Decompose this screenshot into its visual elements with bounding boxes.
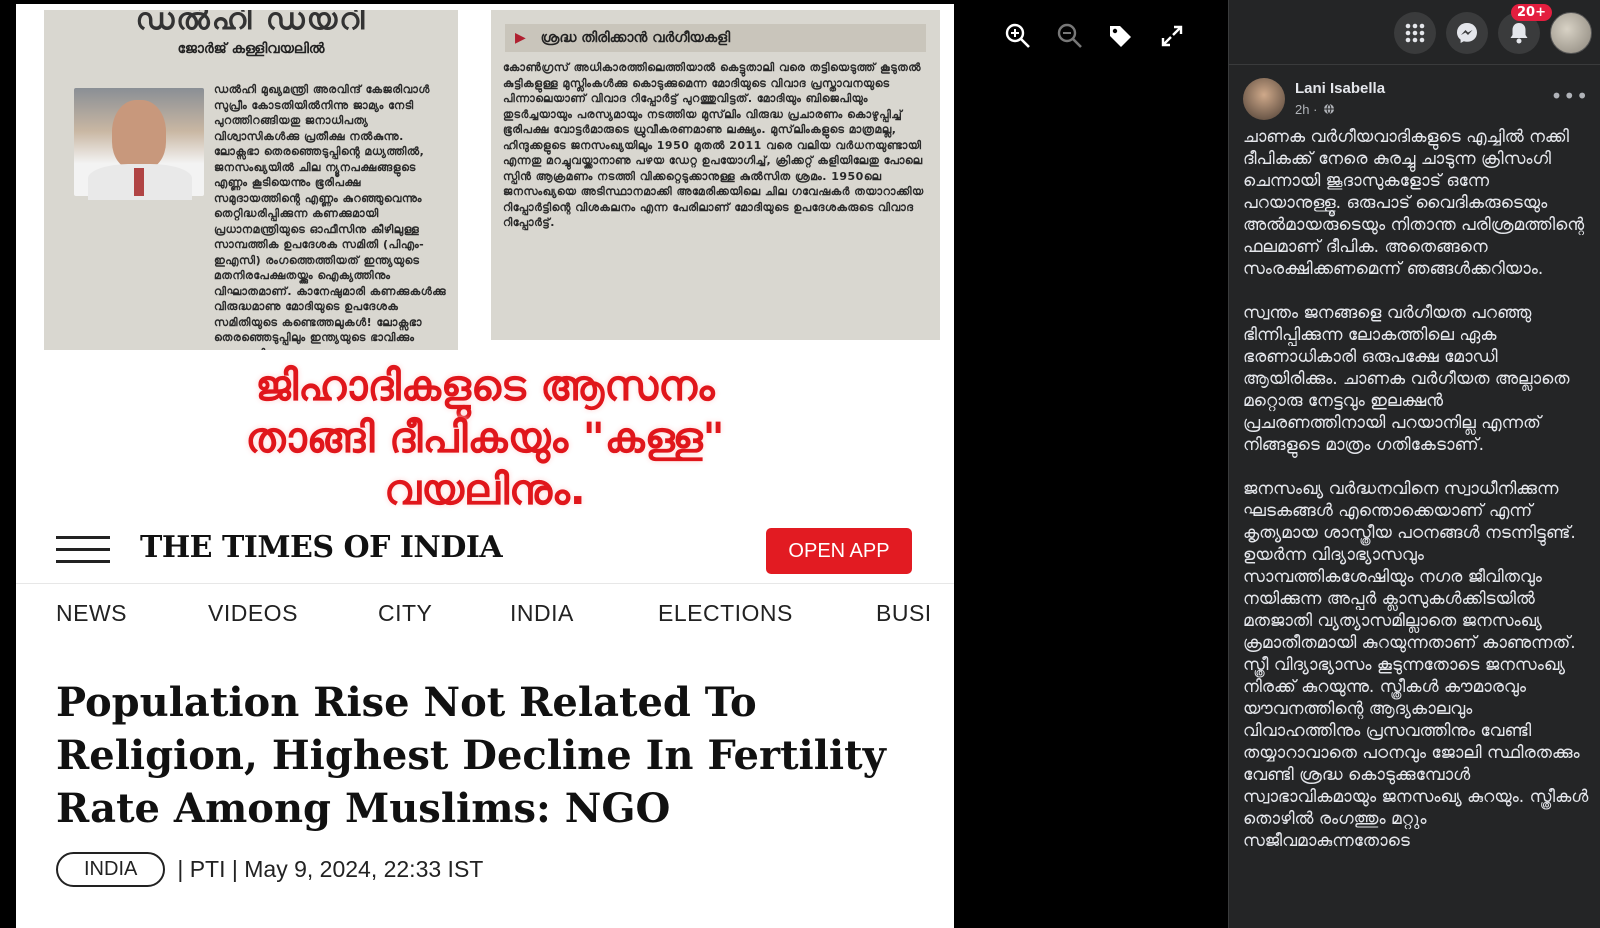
photo-viewer-stage: ഡൽഹി ഡയറി ജോർജ് കള്ളിവയലിൽ ഡൽഹി മുഖ്യമന്… (0, 0, 1228, 928)
toi-logo[interactable]: THE TIMES OF INDIA (140, 530, 503, 565)
post-paragraph: ജനസംഖ്യ വർദ്ധനവിനെ സ്വാധീനിക്കുന്ന ഘടകങ്… (1243, 479, 1589, 851)
clipping-body-left: ഡൽഹി മുഖ്യമന്ത്രി അരവിന്ദ് കേജരിവാൾ സുപ്… (214, 83, 447, 350)
nav-item-india[interactable]: INDIA (510, 600, 574, 627)
post-paragraph: ചാണക വർഗീയവാദികളുടെ എച്ചിൽ നക്കി ദീപികക്… (1243, 127, 1585, 279)
divider (1229, 64, 1600, 65)
post-text: ചാണക വർഗീയവാദികളുടെ എച്ചിൽ നക്കി ദീപികക്… (1243, 126, 1589, 874)
article-byline-date: | PTI | May 9, 2024, 22:33 IST (177, 856, 484, 882)
nav-item-city[interactable]: CITY (378, 600, 432, 627)
account-avatar[interactable] (1550, 12, 1592, 54)
overlay-headline-line: താങ്ങി ദീപികയും "കള്ള" (245, 413, 725, 462)
menu-grid-icon[interactable] (1394, 12, 1436, 54)
newspaper-clipping-left: ഡൽഹി ഡയറി ജോർജ് കള്ളിവയലിൽ ഡൽഹി മുഖ്യമന്… (44, 10, 458, 350)
nav-item-videos[interactable]: VIDEOS (208, 600, 298, 627)
post-time-text: 2h · (1295, 102, 1318, 117)
globe-icon (1324, 103, 1335, 115)
hamburger-menu-icon[interactable] (56, 536, 110, 566)
overlay-headline-line: ജിഹാദികളുടെ ആസനം (255, 361, 715, 410)
article-meta: INDIA | PTI | May 9, 2024, 22:33 IST (56, 852, 483, 887)
toi-header: THE TIMES OF INDIA OPEN APP (16, 522, 954, 584)
fullscreen-icon[interactable] (1158, 22, 1188, 52)
zoom-in-icon[interactable] (1004, 22, 1034, 52)
clipping-byline: ജോർജ് കള്ളിവയലിൽ (177, 41, 325, 57)
toi-nav: NEWS VIDEOS CITY INDIA ELECTIONS BUSI (16, 600, 954, 640)
post-paragraph: സ്വന്തം ജനങ്ങളെ വർഗീയത പറഞ്ഞു ഭിന്നിപ്പി… (1243, 303, 1570, 455)
newspaper-clipping-right: ▶ ശ്രദ്ധ തിരിക്കാൻ വർഗീയകളി കോൺഗ്രസ് അധി… (491, 10, 940, 340)
tag-icon[interactable] (1106, 22, 1136, 52)
notifications-bell-icon[interactable]: 20+ (1498, 4, 1552, 54)
author-name[interactable]: Lani Isabella (1295, 80, 1385, 97)
post-side-panel: 20+ Lani Isabella 2h · ••• ചാണക വർഗീയവാദ… (1228, 0, 1600, 928)
post-timestamp[interactable]: 2h · (1295, 102, 1335, 117)
clipping-body-right: കോൺഗ്രസ് അധികാരത്തിലെത്തിയാൽ കെട്ടുതാലി … (503, 61, 924, 229)
top-navigation: 20+ (1394, 4, 1592, 54)
overlay-headline: ജിഹാദികളുടെ ആസനം താങ്ങി ദീപികയും "കള്ള" … (16, 360, 954, 516)
clipping-section-bar: ▶ ശ്രദ്ധ തിരിക്കാൻ വർഗീയകളി (505, 24, 926, 52)
overlay-headline-line: വയലിനും. (384, 465, 586, 514)
open-app-button[interactable]: OPEN APP (766, 528, 912, 574)
clipping-masthead: ഡൽഹി ഡയറി (135, 10, 367, 37)
notification-count-badge: 20+ (1511, 4, 1552, 21)
post-header: Lani Isabella 2h · ••• (1243, 78, 1589, 122)
nav-item-news[interactable]: NEWS (56, 600, 127, 627)
triangle-icon: ▶ (515, 30, 526, 46)
article-headline: Population Rise Not Related To Religion,… (56, 679, 886, 832)
zoom-out-icon[interactable] (1056, 22, 1086, 52)
more-options-icon[interactable]: ••• (1551, 84, 1589, 108)
messenger-icon[interactable] (1446, 12, 1488, 54)
category-badge[interactable]: INDIA (56, 852, 166, 887)
author-avatar[interactable] (1243, 78, 1285, 120)
post-image[interactable]: ഡൽഹി ഡയറി ജോർജ് കള്ളിവയലിൽ ഡൽഹി മുഖ്യമന്… (16, 4, 954, 928)
nav-item-business[interactable]: BUSI (876, 600, 932, 627)
clipping-section-title: ശ്രദ്ധ തിരിക്കാൻ വർഗീയകളി (540, 30, 731, 46)
nav-item-elections[interactable]: ELECTIONS (658, 600, 793, 627)
